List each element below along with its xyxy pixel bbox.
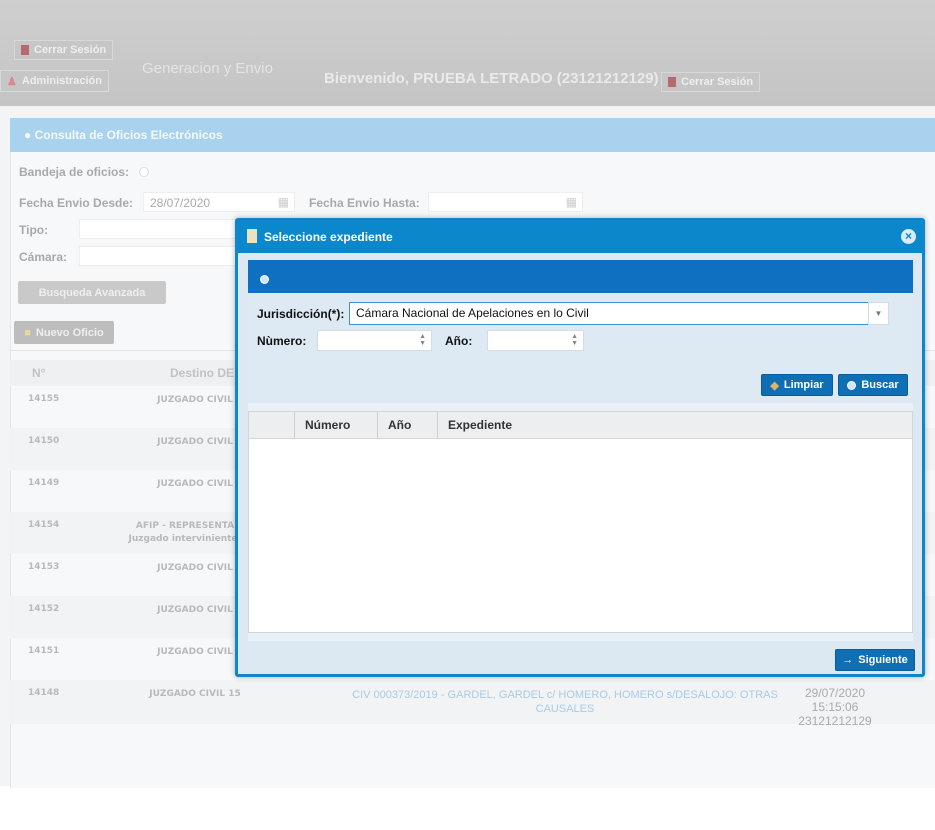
logout-icon [668,77,676,87]
welcome-text: Bienvenido, PRUEBA LETRADO (23121212129) [324,70,659,87]
cerrar-sesion-top-button[interactable]: Cerrar Sesión [14,40,114,60]
fecha-desde-input[interactable]: 28/07/2020 ▦ [143,192,295,212]
broom-icon: ◆ [770,379,779,392]
jurisdiccion-label: Jurisdicción(*): [257,307,345,321]
cell: 14155 [28,394,60,404]
spinner-icon[interactable]: ▲ ▼ [419,333,426,347]
fecha-hasta-label: Fecha Envio Hasta: [309,196,420,210]
label: Buscar [861,379,899,391]
spinner-icon[interactable]: ▲ ▼ [571,333,578,347]
logout-icon [21,45,29,55]
dialog-footer: → Siguiente [248,641,915,672]
search-bar [248,260,913,293]
label: Limpiar [783,379,824,391]
tipo-label: Tipo: [19,223,49,237]
tipo-select[interactable] [79,219,239,239]
cell: 14150 [28,436,60,446]
dialog-titlebar[interactable]: Seleccione expediente × [238,221,922,253]
panel-header: ● Consulta de Oficios Electrónicos [10,118,935,152]
chevron-down-icon[interactable]: ▼ [868,302,889,325]
buscar-button[interactable]: Buscar [838,374,908,396]
document-icon [247,229,257,243]
cell: 14153 [28,562,60,572]
limpiar-button[interactable]: ◆ Limpiar [761,374,833,396]
anio-label: Año: [445,334,473,348]
value: 28/07/2020 [150,196,211,210]
jurisdiccion-select[interactable]: Cámara Nacional de Apelaciones en lo Civ… [349,302,889,325]
col-n: N° [32,366,46,380]
numero-input[interactable]: ▲ ▼ [317,330,432,351]
cell: 14152 [28,604,60,614]
seleccione-expediente-dialog: Seleccione expediente × Jurisdicción(*):… [235,218,925,677]
label: Administración [21,75,102,87]
label: Cerrar Sesión [681,76,754,88]
numero-label: Nùmero: [257,334,307,348]
label: Cerrar Sesión [34,44,107,56]
col-numero[interactable]: Número [294,412,377,439]
label: Nuevo Oficio [35,326,104,339]
cell: 14154 [28,520,60,530]
dialog-body: Jurisdicción(*): Cámara Nacional de Apel… [248,260,915,672]
value: Cámara Nacional de Apelaciones en lo Civ… [356,306,589,320]
cell: 14151 [28,646,60,656]
col-destino: Destino DE [170,366,235,380]
document-icon: ■ [24,326,31,339]
camara-select[interactable] [79,246,239,266]
calendar-icon[interactable]: ▦ [566,195,577,209]
cerrar-sesion-button[interactable]: Cerrar Sesión [661,72,761,92]
arrow-right-icon: → [842,654,854,666]
fecha-desde-label: Fecha Envio Desde: [19,196,134,210]
nav-generacion-envio[interactable]: Generacion y Envio [142,60,273,77]
bandeja-radio[interactable] [139,167,149,177]
table-row[interactable]: 14148 JUZGADO CIVIL 15 CIV 000373/2019 - … [10,680,935,728]
user-icon: ♟ [7,75,17,88]
cell: 14148 [28,688,60,698]
camara-label: Cámara: [19,250,68,264]
search-icon [260,275,269,284]
panel-title: Consulta de Oficios Electrónicos [34,128,223,142]
close-icon[interactable]: × [901,229,916,244]
bandeja-label: Bandeja de oficios: [19,165,130,179]
nuevo-oficio-button[interactable]: ■ Nuevo Oficio [14,321,114,344]
top-bar: Cerrar Sesión ♟ Administración Generacion… [0,0,935,106]
fecha-usuario: 29/07/2020 15:15:06 23121212129 [780,686,890,728]
cell: 29/07/2020 15:15:06 [804,686,866,714]
busqueda-avanzada-button[interactable]: Busqueda Avanzada [18,281,166,304]
anio-input[interactable]: ▲ ▼ [487,330,584,351]
calendar-icon[interactable]: ▦ [278,195,289,209]
grid-header: Número Año Expediente [249,412,912,439]
cell: 14149 [28,478,60,488]
search-icon [847,380,857,390]
dialog-title: Seleccione expediente [264,230,393,244]
expediente-grid: Número Año Expediente [248,411,913,633]
col-select [249,412,294,439]
label: Siguiente [858,654,908,666]
expediente-link[interactable]: CIV 000373/2019 - GARDEL, GARDEL c/ HOME… [350,688,780,716]
pin-icon: ● [24,128,32,142]
fecha-hasta-input[interactable]: ▦ [428,192,583,212]
col-expediente[interactable]: Expediente [437,412,912,439]
cell: 23121212129 [798,714,872,728]
siguiente-button[interactable]: → Siguiente [835,649,915,671]
col-anio[interactable]: Año [377,412,437,439]
administracion-button[interactable]: ♟ Administración [0,70,109,92]
cell: JUZGADO CIVIL 15 [149,689,241,699]
